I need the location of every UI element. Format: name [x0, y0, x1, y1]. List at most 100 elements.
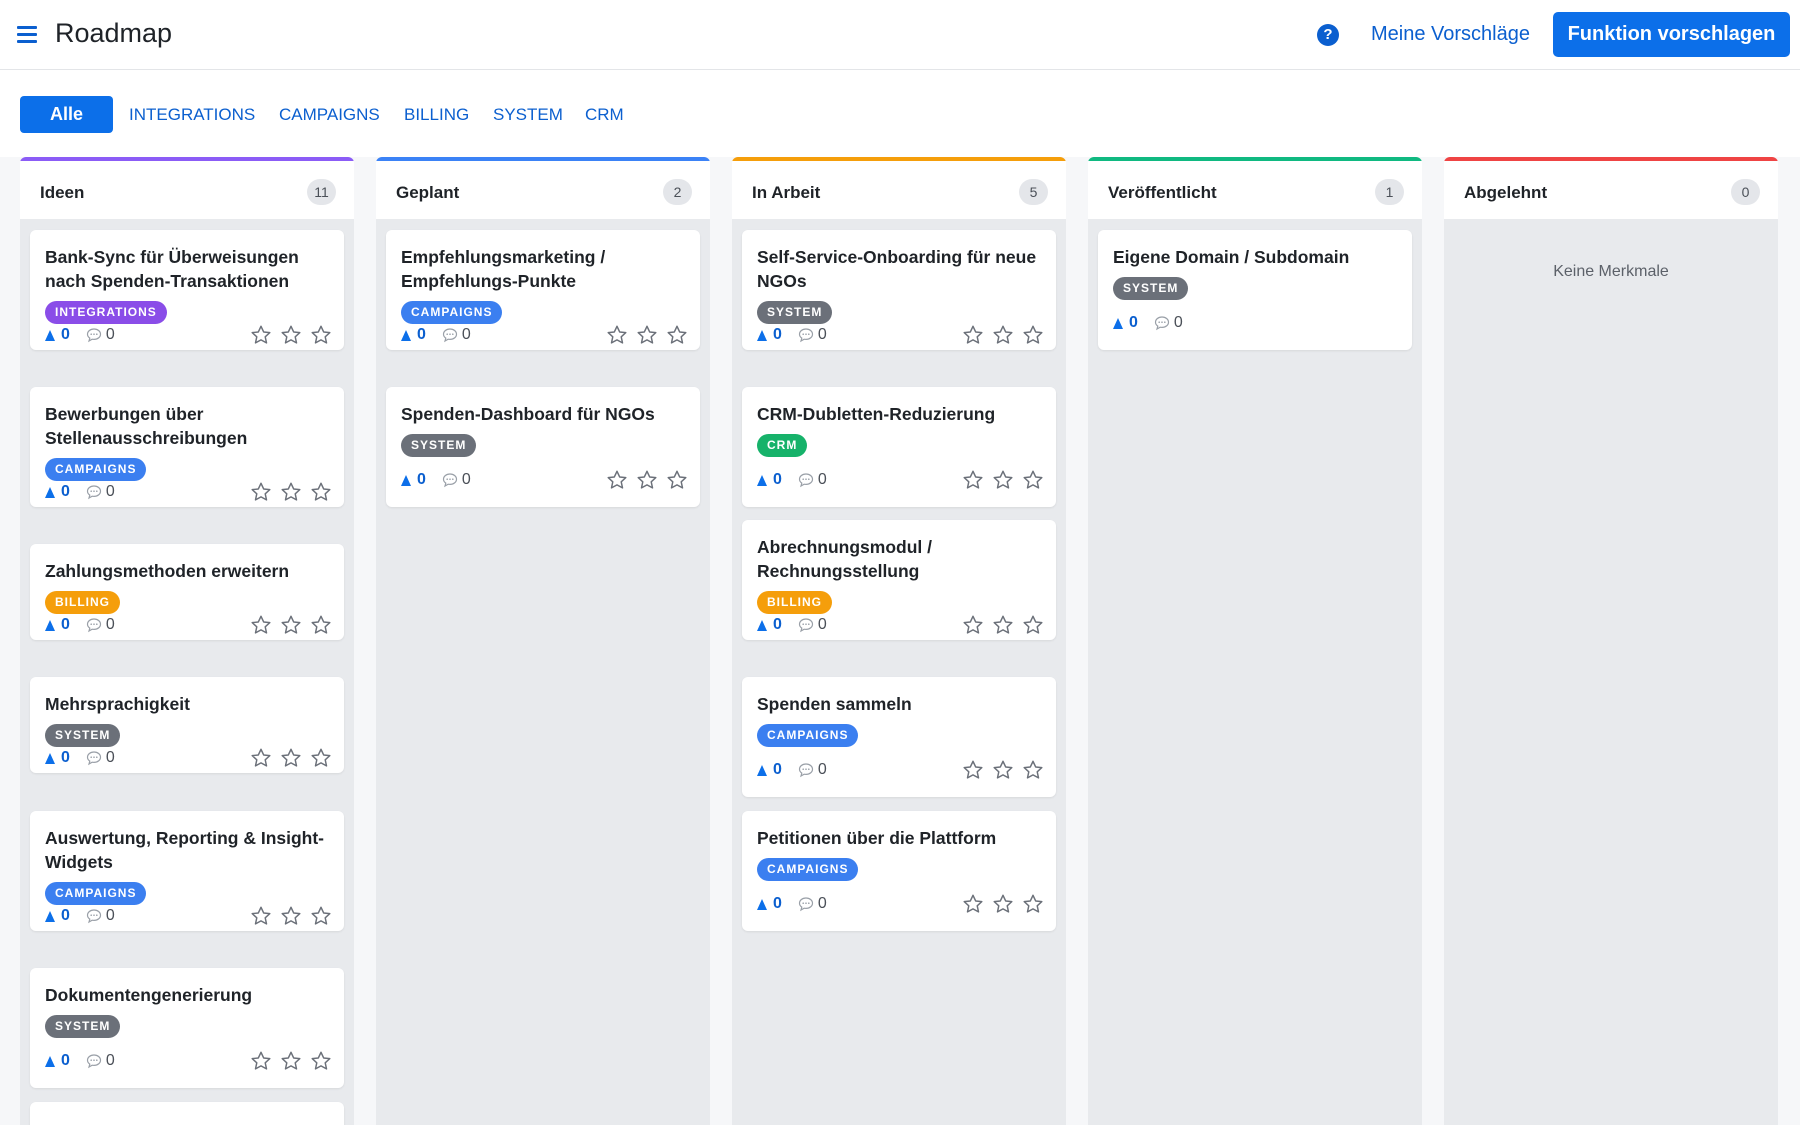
feature-card-partial[interactable]	[30, 1102, 344, 1125]
star-icon[interactable]	[310, 1050, 332, 1072]
filter-tab-campaigns[interactable]: CAMPAIGNS	[279, 105, 380, 125]
filter-tab-crm[interactable]: CRM	[585, 105, 624, 125]
vote-count: 0	[61, 1052, 70, 1069]
upvote-icon[interactable]	[45, 329, 55, 341]
question-circle-icon[interactable]: ?	[1317, 24, 1339, 46]
upvote-icon[interactable]	[401, 329, 411, 341]
card-title: CRM-Dubletten-Reduzierung	[757, 404, 996, 424]
upvote-icon[interactable]	[757, 764, 767, 776]
tag-badge: BILLING	[757, 591, 832, 614]
star-icon[interactable]	[666, 469, 688, 491]
feature-card[interactable]: Petitionen über die Plattform CAMPAIGNS …	[742, 811, 1056, 931]
upvote-icon[interactable]	[45, 619, 55, 631]
star-icon[interactable]	[280, 481, 302, 503]
star-icon[interactable]	[636, 324, 658, 346]
star-icon[interactable]	[310, 614, 332, 636]
star-icon[interactable]	[250, 614, 272, 636]
rating-stars	[250, 324, 332, 346]
star-icon[interactable]	[1022, 614, 1044, 636]
feature-card[interactable]: Abrechnungsmodul / Rechnungsstellung BIL…	[742, 520, 1056, 640]
tag-badge: SYSTEM	[45, 724, 121, 747]
feature-card[interactable]: Auswertung, Reporting & Insight-Widgets …	[30, 811, 344, 931]
filter-tab-integrations[interactable]: INTEGRATIONS	[129, 105, 255, 125]
star-icon[interactable]	[962, 324, 984, 346]
star-icon[interactable]	[992, 469, 1014, 491]
star-icon[interactable]	[636, 469, 658, 491]
tag-badge: CAMPAIGNS	[45, 882, 147, 905]
star-icon[interactable]	[1022, 324, 1044, 346]
filter-tab-system[interactable]: SYSTEM	[493, 105, 563, 125]
star-icon[interactable]	[280, 905, 302, 927]
rating-stars	[250, 747, 332, 769]
star-icon[interactable]	[962, 759, 984, 781]
rating-stars	[962, 324, 1044, 346]
star-icon[interactable]	[1022, 469, 1044, 491]
star-icon[interactable]	[280, 324, 302, 346]
star-icon[interactable]	[992, 759, 1014, 781]
filter-tab-billing[interactable]: BILLING	[404, 105, 469, 125]
upvote-icon[interactable]	[757, 898, 767, 910]
upvote-icon[interactable]	[1113, 317, 1123, 329]
star-icon[interactable]	[310, 324, 332, 346]
star-icon[interactable]	[962, 893, 984, 915]
column-geplant: Geplant 2 Empfehlungsmarketing / Empfehl…	[376, 157, 710, 1125]
feature-card[interactable]: Zahlungsmethoden erweitern BILLING 0 0	[30, 544, 344, 640]
vote-count: 0	[773, 761, 782, 778]
feature-card[interactable]: CRM-Dubletten-Reduzierung CRM 0 0	[742, 387, 1056, 507]
my-suggestions-link[interactable]: Meine Vorschläge	[1371, 23, 1530, 46]
star-icon[interactable]	[992, 324, 1014, 346]
card-title: Empfehlungsmarketing / Empfehlungs-Punkt…	[401, 247, 606, 291]
feature-card[interactable]: Bewerbungen über Stellenausschreibungen …	[30, 387, 344, 507]
star-icon[interactable]	[310, 747, 332, 769]
column-header: In Arbeit 5	[732, 157, 1066, 219]
star-icon[interactable]	[250, 481, 272, 503]
card-meta: 0 0	[45, 1051, 115, 1071]
comment-icon	[798, 328, 814, 343]
star-icon[interactable]	[280, 614, 302, 636]
star-icon[interactable]	[250, 1050, 272, 1072]
tag-badge: CAMPAIGNS	[757, 858, 859, 881]
star-icon[interactable]	[962, 469, 984, 491]
column-count-badge: 5	[1019, 179, 1048, 205]
star-icon[interactable]	[310, 481, 332, 503]
feature-card[interactable]: Self-Service-Onboarding für neue NGOs SY…	[742, 230, 1056, 350]
card-title: Spenden-Dashboard für NGOs	[401, 404, 655, 424]
upvote-icon[interactable]	[757, 474, 767, 486]
upvote-icon[interactable]	[401, 474, 411, 486]
star-icon[interactable]	[1022, 759, 1044, 781]
star-icon[interactable]	[250, 905, 272, 927]
star-icon[interactable]	[250, 324, 272, 346]
feature-card[interactable]: Bank-Sync für Überweisungen nach Spenden…	[30, 230, 344, 350]
upvote-icon[interactable]	[45, 752, 55, 764]
feature-card[interactable]: Spenden-Dashboard für NGOs SYSTEM 0 0	[386, 387, 700, 507]
filter-tab-all[interactable]: Alle	[20, 96, 113, 133]
star-icon[interactable]	[992, 614, 1014, 636]
star-icon[interactable]	[606, 324, 628, 346]
suggest-feature-button[interactable]: Funktion vorschlagen	[1553, 12, 1790, 57]
star-icon[interactable]	[310, 905, 332, 927]
hamburger-menu-icon[interactable]	[17, 26, 37, 43]
feature-card[interactable]: Empfehlungsmarketing / Empfehlungs-Punkt…	[386, 230, 700, 350]
card-title: Eigene Domain / Subdomain	[1113, 247, 1350, 267]
comment-count: 0	[817, 895, 827, 912]
star-icon[interactable]	[962, 614, 984, 636]
feature-card[interactable]: Eigene Domain / Subdomain SYSTEM 0 0	[1098, 230, 1412, 350]
upvote-icon[interactable]	[757, 619, 767, 631]
star-icon[interactable]	[666, 324, 688, 346]
feature-card[interactable]: Spenden sammeln CAMPAIGNS 0 0	[742, 677, 1056, 797]
column-count-badge: 11	[307, 179, 336, 205]
star-icon[interactable]	[280, 1050, 302, 1072]
feature-card[interactable]: Dokumentengenerierung SYSTEM 0 0	[30, 968, 344, 1088]
star-icon[interactable]	[992, 893, 1014, 915]
upvote-icon[interactable]	[45, 910, 55, 922]
star-icon[interactable]	[250, 747, 272, 769]
feature-card[interactable]: Mehrsprachigkeit SYSTEM 0 0	[30, 677, 344, 773]
upvote-icon[interactable]	[45, 1055, 55, 1067]
comment-icon	[442, 473, 458, 488]
upvote-icon[interactable]	[45, 486, 55, 498]
card-title: Bank-Sync für Überweisungen nach Spenden…	[45, 247, 299, 291]
star-icon[interactable]	[280, 747, 302, 769]
star-icon[interactable]	[606, 469, 628, 491]
star-icon[interactable]	[1022, 893, 1044, 915]
upvote-icon[interactable]	[757, 329, 767, 341]
